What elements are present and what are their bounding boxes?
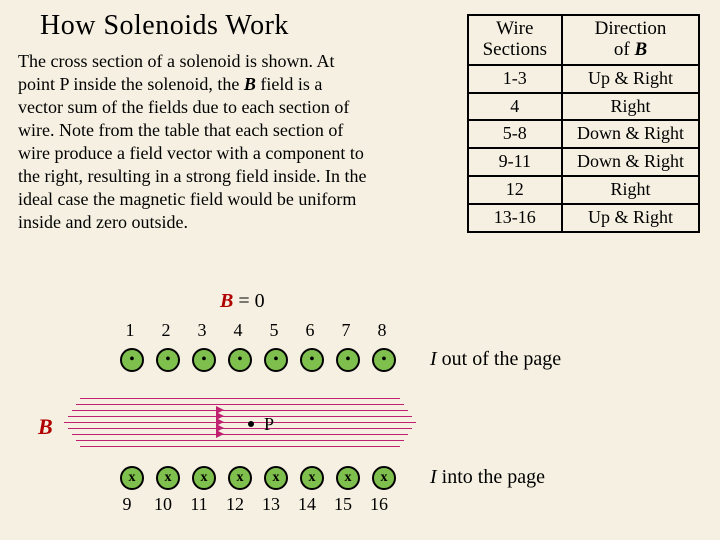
th2b-of: of (614, 39, 630, 60)
wire-cross-icon: x (264, 466, 288, 490)
th2c-B: B (634, 39, 647, 60)
table-row: 5-8Down & Right (468, 120, 699, 148)
wire-dot-icon: • (300, 348, 324, 372)
th1a: Wire (483, 19, 547, 40)
cell-ws: 1-3 (468, 65, 562, 93)
wire-dot-icon: • (264, 348, 288, 372)
bzero-eq: = 0 (233, 290, 264, 312)
wire-cross-icon: x (192, 466, 216, 490)
direction-table: Wire Sections Direction of B 1-3Up & Rig… (467, 14, 700, 233)
cell-dir: Up & Right (562, 204, 699, 232)
I-out-rest: out of the page (437, 348, 561, 370)
wire-cross-icon: x (120, 466, 144, 490)
wire-number: 14 (292, 494, 322, 515)
solenoid-diagram: B = 0 12345678 910111213141516 •••••••• … (0, 290, 720, 530)
cell-ws: 12 (468, 176, 562, 204)
wire-number: 12 (220, 494, 250, 515)
field-line (80, 398, 400, 399)
cell-ws: 4 (468, 93, 562, 121)
cell-ws: 9-11 (468, 148, 562, 176)
table-row: 4Right (468, 93, 699, 121)
table-row: 13-16Up & Right (468, 204, 699, 232)
wire-number: 2 (151, 320, 181, 341)
wire-number: 7 (331, 320, 361, 341)
bzero-B: B (220, 290, 233, 312)
wire-number: 5 (259, 320, 289, 341)
wire-dot-icon: • (120, 348, 144, 372)
wire-number: 3 (187, 320, 217, 341)
field-line (64, 422, 416, 423)
wire-dot-icon: • (228, 348, 252, 372)
body-text-2: field is a vector sum of the fields due … (18, 74, 366, 232)
field-line (76, 404, 404, 405)
wire-number: 11 (184, 494, 214, 515)
wire-dot-icon: • (156, 348, 180, 372)
wire-dot-icon: • (372, 348, 396, 372)
wire-number: 10 (148, 494, 178, 515)
point-p-marker (248, 421, 254, 427)
th1b: Sections (483, 40, 547, 61)
field-line (68, 416, 412, 417)
current-in-label: I into the page (430, 466, 545, 489)
point-p-label: P (264, 414, 274, 435)
body-paragraph: The cross section of a solenoid is shown… (18, 50, 368, 234)
th2b: of B (614, 39, 647, 60)
table-header-wire: Wire Sections (468, 15, 562, 65)
cell-dir: Right (562, 93, 699, 121)
wire-cross-icon: x (156, 466, 180, 490)
cell-dir: Up & Right (562, 65, 699, 93)
page-title: How Solenoids Work (40, 10, 289, 42)
table-row: 12Right (468, 176, 699, 204)
wire-cross-icon: x (300, 466, 324, 490)
wire-number: 6 (295, 320, 325, 341)
wire-number: 15 (328, 494, 358, 515)
wire-number: 9 (112, 494, 142, 515)
cell-dir: Down & Right (562, 148, 699, 176)
wire-cross-icon: x (228, 466, 252, 490)
th2a: Direction (577, 19, 684, 40)
wire-number: 4 (223, 320, 253, 341)
wire-number: 16 (364, 494, 394, 515)
I-out: I (430, 348, 437, 370)
b-equals-zero-label: B = 0 (220, 290, 265, 313)
field-line (80, 446, 400, 447)
cell-ws: 5-8 (468, 120, 562, 148)
table-row: 9-11Down & Right (468, 148, 699, 176)
wire-number: 13 (256, 494, 286, 515)
b-vector-label: B (38, 414, 53, 440)
I-in: I (430, 466, 437, 488)
wire-dot-icon: • (192, 348, 216, 372)
wire-number: 1 (115, 320, 145, 341)
wire-dot-icon: • (336, 348, 360, 372)
current-out-label: I out of the page (430, 348, 561, 371)
table-header-direction: Direction of B (562, 15, 699, 65)
field-line (68, 428, 412, 429)
field-line (72, 410, 408, 411)
cell-dir: Down & Right (562, 120, 699, 148)
table-row: 1-3Up & Right (468, 65, 699, 93)
cell-ws: 13-16 (468, 204, 562, 232)
arrow-right-icon (216, 430, 224, 438)
field-line (76, 440, 404, 441)
wire-cross-icon: x (372, 466, 396, 490)
cell-dir: Right (562, 176, 699, 204)
I-in-rest: into the page (437, 466, 545, 488)
field-line (72, 434, 408, 435)
b-vector-symbol: B (244, 74, 256, 94)
wire-cross-icon: x (336, 466, 360, 490)
wire-number: 8 (367, 320, 397, 341)
